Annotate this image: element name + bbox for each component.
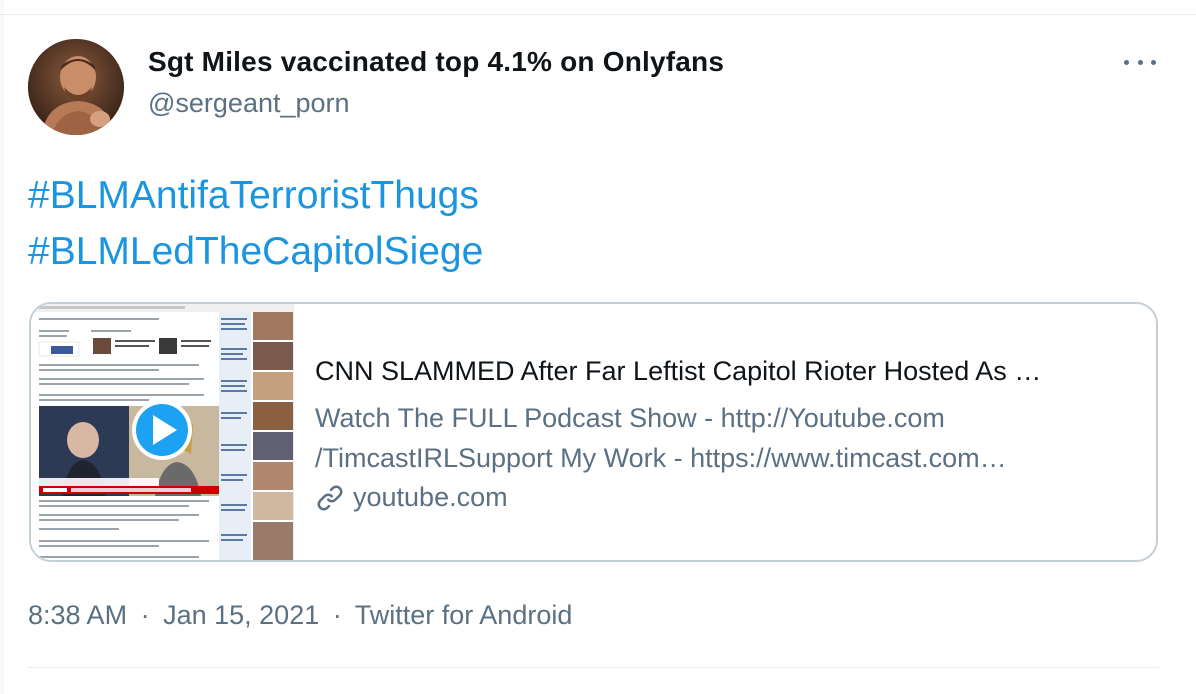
- hashtag-link[interactable]: #BLMAntifaTerroristThugs: [28, 174, 479, 218]
- display-name[interactable]: Sgt Miles vaccinated top 4.1% on Onlyfan…: [148, 46, 724, 78]
- link-preview-card[interactable]: CNN SLAMMED After Far Leftist Capitol Ri…: [29, 302, 1158, 562]
- dot: [1124, 59, 1129, 65]
- tweet-metadata: 8:38 AM · Jan 15, 2021 · Twitter for And…: [28, 600, 572, 631]
- tweet-time[interactable]: 8:38 AM: [28, 600, 127, 630]
- card-description-line: /TimcastIRLSupport My Work - https://www…: [315, 443, 1007, 473]
- avatar-image: [28, 39, 124, 135]
- tweet-source[interactable]: Twitter for Android: [355, 600, 573, 630]
- avatar[interactable]: [28, 39, 124, 135]
- dot: [1137, 59, 1143, 65]
- thumbnail-image: [31, 304, 293, 560]
- card-domain-text: youtube.com: [353, 482, 508, 512]
- tweet: Sgt Miles vaccinated top 4.1% on Onlyfan…: [0, 0, 1196, 694]
- video-thumbnail[interactable]: [31, 304, 294, 560]
- bottom-divider: [28, 667, 1159, 668]
- user-handle[interactable]: @sergeant_porn: [148, 88, 350, 119]
- separator: ·: [140, 600, 150, 630]
- card-description-line: Watch The FULL Podcast Show - http://You…: [315, 403, 945, 433]
- hashtag-link[interactable]: #BLMLedTheCapitolSiege: [28, 230, 483, 274]
- card-title: CNN SLAMMED After Far Leftist Capitol Ri…: [315, 356, 1042, 386]
- separator: ·: [332, 600, 342, 630]
- card-description: Watch The FULL Podcast Show - http://You…: [315, 398, 1135, 478]
- tweet-date[interactable]: Jan 15, 2021: [163, 600, 319, 630]
- more-options-icon[interactable]: [1124, 54, 1156, 70]
- top-divider: [0, 14, 1196, 15]
- link-icon: [317, 485, 343, 510]
- left-edge: [0, 0, 4, 694]
- card-domain: youtube.com: [315, 482, 508, 513]
- dot: [1151, 59, 1156, 65]
